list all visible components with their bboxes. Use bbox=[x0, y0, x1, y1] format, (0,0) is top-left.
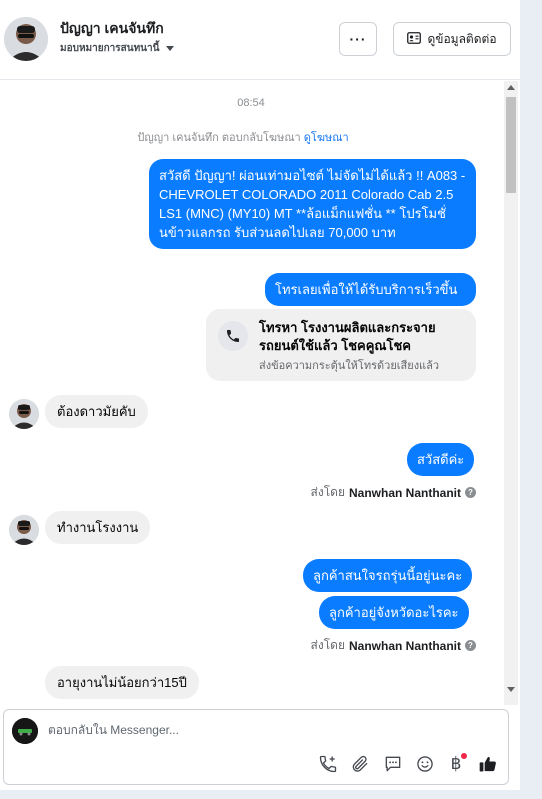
assign-conversation-dropdown[interactable]: มอบหมายการสนทนานี้ bbox=[60, 41, 175, 56]
paperclip-icon[interactable] bbox=[349, 753, 371, 775]
messenger-panel: ปัญญา เคนจันทึก มอบหมายการสนทนานี้ ··· ด… bbox=[0, 0, 520, 799]
caret-down-icon bbox=[166, 46, 175, 51]
outgoing-message[interactable]: สวัสดีค่ะ bbox=[407, 443, 475, 476]
timestamp: 08:54 bbox=[237, 97, 265, 109]
outgoing-message[interactable]: โทรเลยเพื่อให้ได้รับบริการเร็วขึ้น bbox=[265, 273, 476, 306]
add-call-icon[interactable] bbox=[317, 753, 339, 775]
sender-avatar bbox=[9, 515, 39, 545]
sent-by-label: ส่งโดย Nanwhan Nanthanit ? bbox=[311, 636, 476, 655]
thumbs-up-icon[interactable] bbox=[477, 753, 499, 775]
call-subtitle: ส่งข้อความกระตุ้นให้โทรด้วยเสียงแล้ว bbox=[259, 360, 440, 372]
notification-dot bbox=[461, 753, 467, 759]
view-contact-label: ดูข้อมูลติดต่อ bbox=[427, 31, 497, 46]
sent-by-prefix: ส่งโดย bbox=[310, 485, 345, 499]
outgoing-message[interactable]: ลูกค้าสนใจรถรุ่นนี้อยู่นะคะ bbox=[303, 559, 473, 592]
sender-name: Nanwhan Nanthanit bbox=[348, 638, 461, 653]
call-prompt-card[interactable]: โทรหา โรงงานผลิตและกระจายรถยนต์ใช้แล้ว โ… bbox=[206, 309, 476, 381]
sent-by-prefix: ส่งโดย bbox=[310, 638, 345, 652]
page-background bbox=[0, 790, 520, 799]
conversation-header: ปัญญา เคนจันทึก มอบหมายการสนทนานี้ ··· ด… bbox=[0, 0, 520, 80]
smiley-icon[interactable] bbox=[414, 753, 436, 775]
scrollbar[interactable] bbox=[504, 81, 518, 705]
help-icon[interactable]: ? bbox=[465, 487, 476, 498]
more-options-button[interactable]: ··· bbox=[339, 22, 377, 56]
view-ad-link[interactable]: ดูโฆษณา bbox=[304, 132, 349, 144]
chat-bubble-icon[interactable] bbox=[382, 753, 404, 775]
message-composer: ฿ bbox=[3, 709, 509, 785]
page-background bbox=[520, 0, 542, 799]
sender-avatar bbox=[9, 399, 39, 429]
phone-icon bbox=[218, 321, 248, 351]
incoming-message[interactable]: อายุงานไม่น้อยกว่า15ปี bbox=[45, 666, 199, 699]
scrollbar-thumb[interactable] bbox=[506, 97, 516, 193]
baht-icon[interactable]: ฿ bbox=[445, 753, 467, 775]
help-icon[interactable]: ? bbox=[465, 640, 476, 651]
contact-card-icon bbox=[407, 31, 422, 47]
page-avatar bbox=[12, 718, 38, 744]
sent-by-label: ส่งโดย Nanwhan Nanthanit ? bbox=[311, 483, 476, 502]
assign-label: มอบหมายการสนทนานี้ bbox=[60, 43, 160, 54]
contact-name: ปัญญา เคนจันทึก bbox=[60, 20, 164, 36]
outgoing-message[interactable]: ลูกค้าอยู่จังหวัดอะไรคะ bbox=[319, 596, 469, 629]
message-thread[interactable]: 08:54 ปัญญา เคนจันทึก ตอบกลับโฆษณา ดูโฆษ… bbox=[0, 81, 520, 705]
ad-reply-text: ปัญญา เคนจันทึก ตอบกลับโฆษณา bbox=[137, 132, 301, 144]
incoming-message[interactable]: ต้องดาวมัยคับ bbox=[45, 395, 148, 428]
outgoing-message[interactable]: สวัสดี ปัญญา! ผ่อนเท่ามอไซต์ ไม่จัดไม่ได… bbox=[149, 159, 476, 249]
view-contact-button[interactable]: ดูข้อมูลติดต่อ bbox=[393, 22, 511, 56]
incoming-message[interactable]: ทำงานโรงงาน bbox=[45, 511, 151, 544]
ad-reply-notice: ปัญญา เคนจันทึก ตอบกลับโฆษณา ดูโฆษณา bbox=[0, 128, 486, 146]
sender-name: Nanwhan Nanthanit bbox=[348, 485, 461, 500]
contact-avatar[interactable] bbox=[4, 17, 48, 61]
scroll-down-icon[interactable] bbox=[507, 687, 515, 692]
call-title: โทรหา โรงงานผลิตและกระจายรถยนต์ใช้แล้ว โ… bbox=[259, 320, 436, 353]
reply-input[interactable] bbox=[48, 723, 488, 737]
scroll-up-icon[interactable] bbox=[507, 85, 515, 90]
